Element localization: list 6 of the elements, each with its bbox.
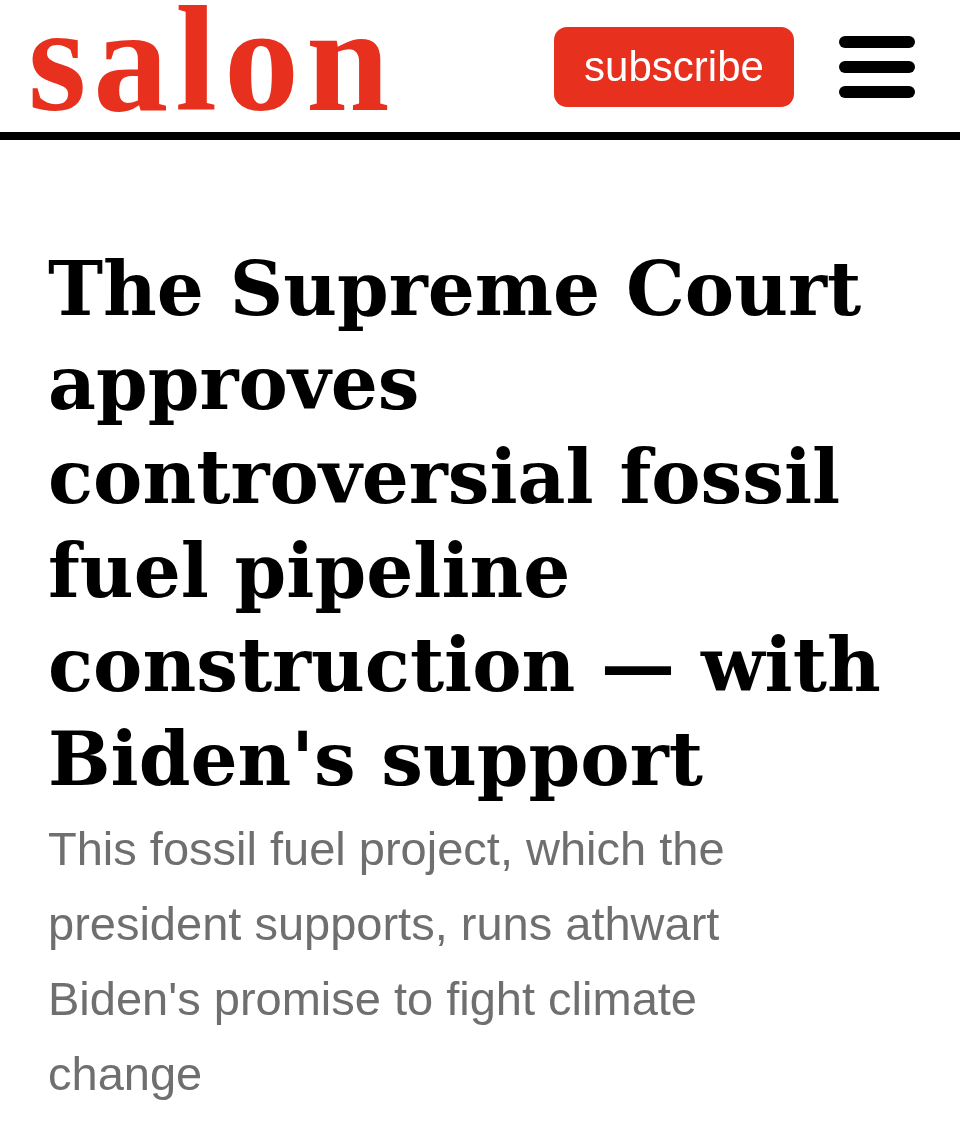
- article-headline: The Supreme Court approves controversial fossil fuel pipeline construction — with Biden's support: [48, 245, 882, 804]
- menu-icon: [839, 35, 915, 98]
- site-logo[interactable]: salon: [28, 0, 397, 134]
- subscribe-button[interactable]: subscribe: [554, 27, 794, 107]
- menu-button[interactable]: [839, 35, 915, 98]
- article-subtitle: This fossil fuel project, which the president supports, runs athwart Biden's promise to fight climate change: [48, 821, 726, 1102]
